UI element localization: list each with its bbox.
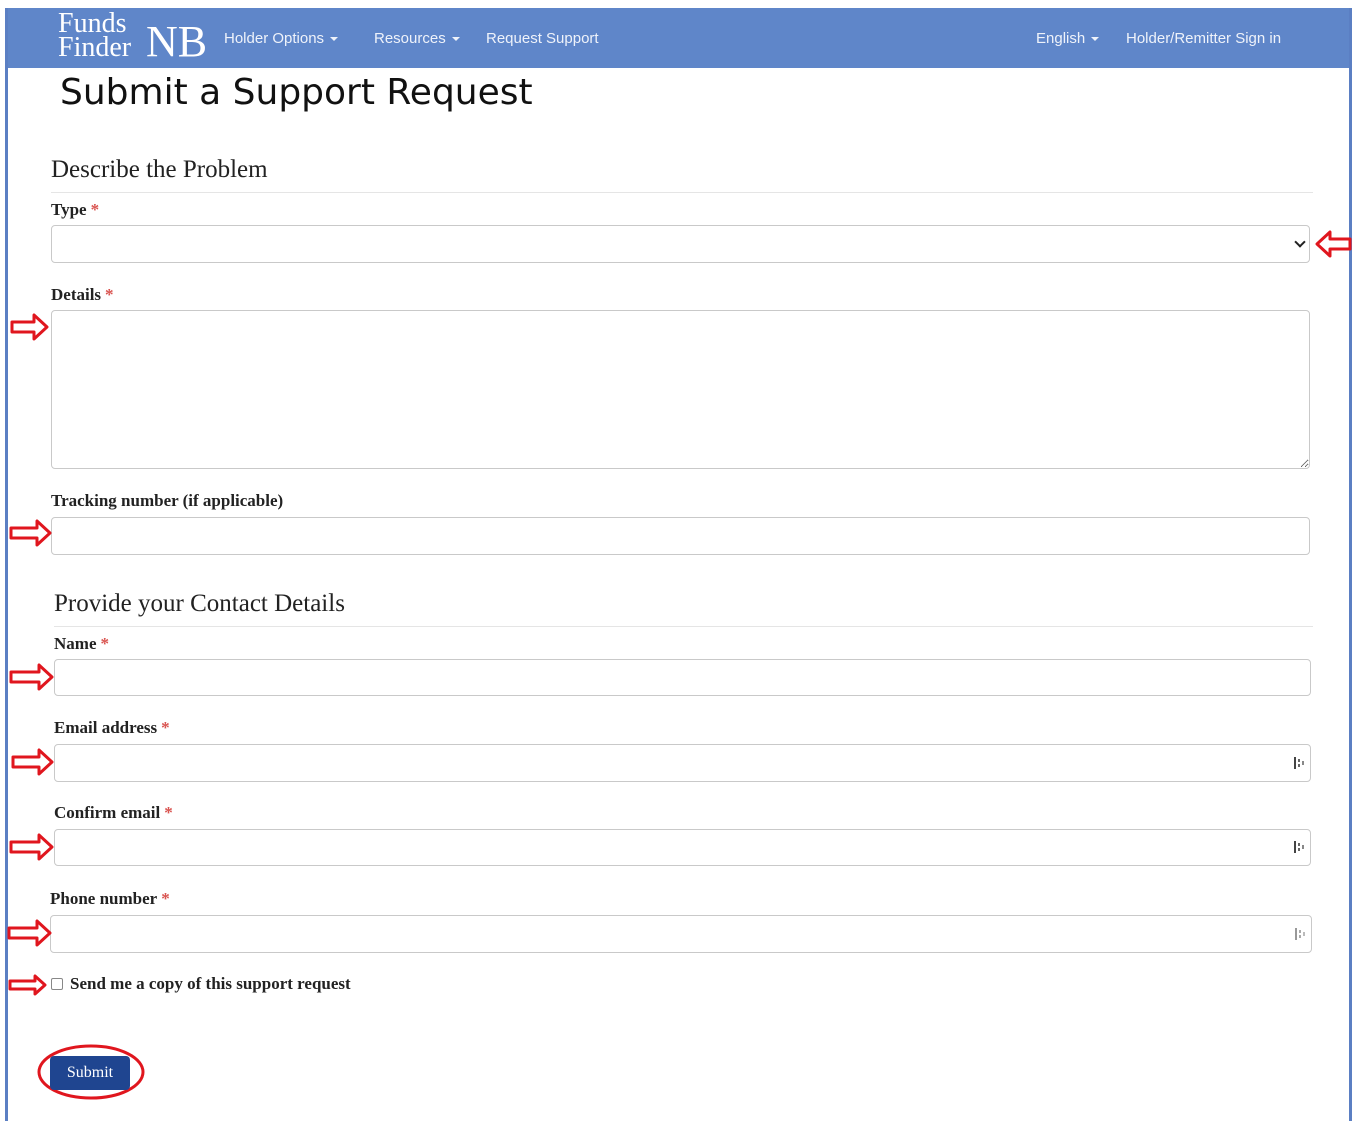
details-textarea[interactable] [51,310,1310,469]
caret-down-icon [330,37,339,42]
submit-button[interactable]: Submit [50,1056,130,1090]
tracking-label: Tracking number (if applicable) [51,491,284,510]
email-input[interactable] [54,744,1311,782]
autofill-icon[interactable] [1293,755,1305,771]
top-navbar: Funds Finder NB Holder Options Resources… [8,8,1349,68]
arrow-right-annotation-icon [11,748,54,776]
arrow-right-annotation-icon [10,313,49,341]
nav-request-support-label: Request Support [486,30,599,47]
nav-sign-in[interactable]: Holder/Remitter Sign in [1126,30,1281,47]
type-label-text: Type [51,200,87,219]
autofill-icon[interactable] [1294,926,1306,942]
section-title-contact: Provide your Contact Details [54,590,345,617]
fundsfinder-logo[interactable]: Funds Finder NB [58,10,218,66]
name-label-text: Name [54,634,97,653]
phone-input[interactable] [50,915,1312,953]
type-label: Type * [51,200,99,220]
section-divider [54,626,1313,627]
nav-holder-options[interactable]: Holder Options [224,30,339,47]
logo-line-2: Finder [58,32,132,63]
section-divider [51,192,1313,193]
page-title: Submit a Support Request [60,72,533,113]
autofill-icon[interactable] [1293,839,1305,855]
nav-language-label: English [1036,30,1086,47]
arrow-right-annotation-icon [8,974,47,996]
nav-sign-in-label: Holder/Remitter Sign in [1126,30,1282,47]
send-copy-label[interactable]: Send me a copy of this support request [70,974,351,994]
arrow-right-annotation-icon [9,663,54,691]
nav-holder-options-label: Holder Options [224,30,325,47]
details-label-text: Details [51,285,102,304]
required-marker: * [100,634,109,653]
required-marker: * [105,285,114,304]
caret-down-icon [451,37,460,42]
arrow-right-annotation-icon [7,919,52,947]
required-marker: * [161,889,170,908]
phone-label: Phone number * [50,889,170,909]
nav-request-support[interactable]: Request Support [486,30,599,47]
name-label: Name * [54,634,109,654]
tracking-number-input[interactable] [51,517,1310,555]
required-marker: * [161,718,170,737]
required-marker: * [164,803,173,822]
arrow-right-annotation-icon [9,833,54,861]
confirm-email-label-text: Confirm email [54,803,161,822]
nav-resources-label: Resources [374,30,446,47]
send-copy-checkbox[interactable] [51,978,63,990]
nav-language[interactable]: English [1036,30,1100,47]
nav-resources[interactable]: Resources [374,30,460,47]
details-label: Details * [51,285,114,305]
required-marker: * [90,200,100,219]
caret-down-icon [1091,37,1100,42]
phone-label-text: Phone number [50,889,158,908]
type-select[interactable] [51,225,1310,263]
email-label-text: Email address [54,718,158,737]
section-title-problem: Describe the Problem [51,156,268,183]
arrow-left-annotation-icon [1315,230,1352,258]
confirm-email-label: Confirm email * [54,803,173,823]
email-label: Email address * [54,718,170,738]
arrow-right-annotation-icon [9,519,52,547]
name-input[interactable] [54,659,1311,696]
confirm-email-input[interactable] [54,829,1311,866]
logo-suffix: NB [146,17,208,66]
